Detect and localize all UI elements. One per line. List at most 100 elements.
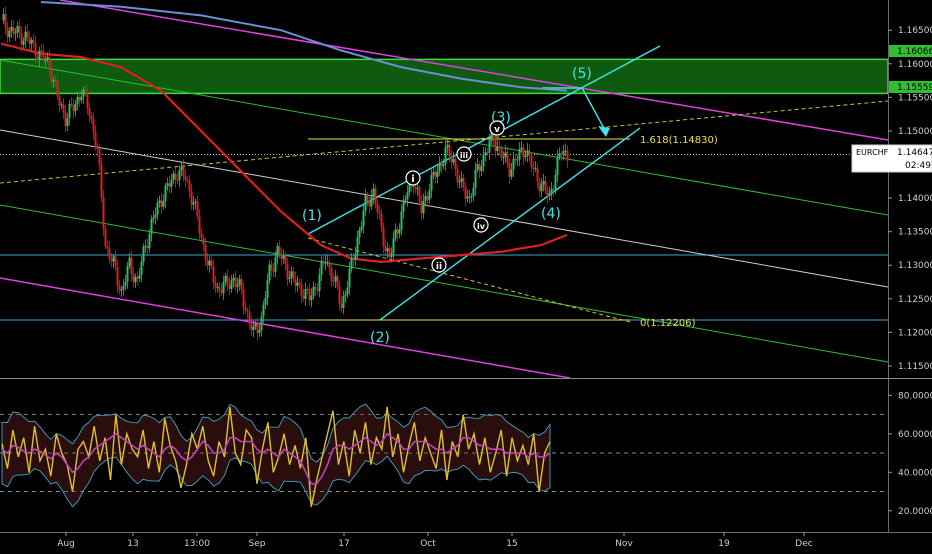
candle-body [488, 140, 491, 153]
candle-body [104, 228, 107, 247]
candle-body [136, 276, 139, 279]
oscillator-tick-label: 60.0000 [898, 430, 932, 440]
candle-body [526, 150, 529, 156]
candle-body [68, 103, 71, 119]
price-badge-top-text: 1.16066 [897, 47, 932, 57]
candle-body [300, 283, 303, 296]
candle-body [188, 180, 191, 192]
candle-body [266, 280, 269, 298]
candle-body [468, 196, 471, 198]
candle-body [454, 159, 457, 169]
wave-i-text: i [411, 174, 414, 185]
candle-body [160, 200, 163, 207]
candle-body [366, 195, 369, 201]
candle-body [482, 154, 485, 167]
candle-body [64, 112, 67, 127]
candle-body [34, 42, 37, 57]
candle-body [396, 229, 399, 234]
candle-body [2, 14, 5, 21]
price-tick-label: 1.16000 [898, 60, 932, 70]
candle-body [284, 255, 287, 265]
candle-body [116, 267, 119, 286]
candle-body [94, 132, 97, 148]
time-tick-label: 15 [506, 539, 517, 549]
candle-body [38, 50, 41, 60]
candle-body [164, 185, 167, 201]
candle-body [82, 89, 85, 97]
wave-1-label: (1) [302, 208, 322, 224]
candle-body [52, 79, 55, 82]
candle-body [56, 80, 59, 97]
candle-body [388, 248, 391, 258]
candle-body [262, 304, 265, 317]
candle-body [196, 201, 199, 217]
candle-body [354, 253, 357, 260]
candle-body [14, 32, 17, 34]
wave-i-marker: i [405, 170, 421, 186]
candle-body [316, 289, 319, 291]
time-tick-label: 13 [127, 539, 138, 549]
candle-body [340, 303, 343, 309]
time-tick-label: 19 [718, 539, 730, 549]
candle-body [464, 187, 467, 199]
candle-body [118, 285, 121, 291]
candle-body [364, 195, 367, 211]
candle-body [184, 176, 187, 180]
time-tick-label: Aug [57, 539, 75, 549]
candle-body [536, 168, 539, 182]
candle-body [328, 262, 331, 269]
candle-body [360, 226, 363, 230]
candle-body [246, 310, 249, 312]
candle-body [500, 148, 503, 158]
candle-body [224, 275, 227, 282]
candle-body [26, 31, 29, 38]
oscillator-tick-label: 20.0000 [898, 507, 932, 517]
price-tick-label: 1.12500 [898, 295, 932, 305]
candle-body [124, 281, 127, 286]
candle-body [496, 147, 499, 152]
time-tick-label: Sep [249, 539, 266, 549]
candle-body [200, 233, 203, 239]
candle-body [142, 246, 145, 262]
candle-body [304, 288, 307, 299]
candle-body [356, 237, 359, 254]
wave-ii-text: ii [436, 262, 442, 272]
candle-body [550, 188, 553, 194]
time-tick-label: 17 [338, 539, 349, 549]
candle-body [474, 169, 477, 189]
candle-body [362, 210, 365, 227]
time-tick-label: 13:00 [184, 539, 210, 549]
candle-body [336, 276, 339, 287]
candle-body [522, 147, 525, 158]
candle-body [178, 170, 181, 181]
candle-body [50, 67, 53, 82]
candle-body [432, 172, 435, 175]
candle-body [446, 144, 449, 148]
candle-body [566, 150, 569, 161]
candle-body [560, 153, 563, 155]
candle-body [342, 295, 345, 309]
candle-body [298, 282, 301, 284]
candle-body [114, 256, 117, 268]
candle-body [314, 286, 317, 290]
candle-body [374, 188, 377, 204]
candle-body [180, 166, 183, 171]
candle-body [462, 178, 465, 188]
candle-body [444, 147, 447, 165]
candle-body [460, 178, 463, 182]
candle-body [122, 285, 125, 290]
candle-body [548, 193, 551, 197]
candle-body [10, 27, 13, 31]
candle-body [198, 216, 201, 234]
candle-body [236, 284, 239, 287]
candle-body [264, 297, 267, 305]
candle-body [120, 289, 123, 291]
candle-body [126, 266, 129, 282]
candle-body [486, 152, 489, 154]
candle-body [346, 287, 349, 295]
candle-body [552, 188, 555, 190]
candle-body [78, 96, 81, 101]
candle-body [380, 213, 383, 228]
candle-body [442, 164, 445, 167]
candle-body [228, 284, 231, 289]
